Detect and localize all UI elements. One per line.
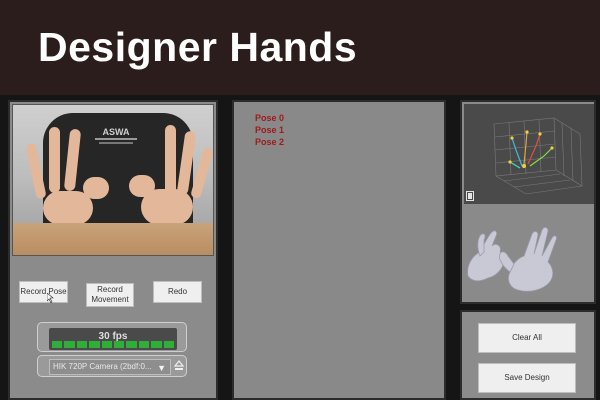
- fps-bar: [151, 341, 162, 348]
- fps-bar: [101, 341, 113, 348]
- eject-icon[interactable]: [173, 360, 185, 372]
- fps-bar: [76, 341, 88, 348]
- left-hand-palm: [43, 191, 93, 225]
- fps-display: 30 fps: [49, 328, 177, 350]
- app-banner: Designer Hands: [0, 0, 600, 95]
- camera-table: [13, 223, 213, 255]
- fps-meter: 30 fps: [37, 322, 187, 352]
- pose-list-item[interactable]: Pose 0: [255, 112, 284, 124]
- record-movement-button[interactable]: Record Movement: [86, 283, 134, 307]
- app-title: Designer Hands: [38, 24, 358, 70]
- save-design-button[interactable]: Save Design: [478, 363, 576, 393]
- right-hand-finger: [165, 125, 176, 195]
- redo-button[interactable]: Redo: [153, 281, 202, 303]
- fps-bar: [52, 341, 63, 348]
- fps-bar: [89, 341, 100, 348]
- camera-select-value: HIK 720P Camera (2bdf:0...: [53, 362, 152, 371]
- pose-list-item[interactable]: Pose 1: [255, 124, 284, 136]
- shirt-logo: ASWA: [85, 125, 147, 147]
- skeleton-3d-view[interactable]: [464, 104, 594, 204]
- record-pose-button[interactable]: Record Pose: [19, 281, 68, 303]
- right-hand-thumb: [129, 175, 155, 197]
- fps-bar: [114, 341, 125, 348]
- camera-select-field[interactable]: HIK 720P Camera (2bdf:0... ▼: [49, 359, 171, 375]
- view-toggle-icon[interactable]: [466, 191, 474, 201]
- clear-all-button[interactable]: Clear All: [478, 323, 576, 353]
- pose-list-item[interactable]: Pose 2: [255, 136, 284, 148]
- pose-list: Pose 0 Pose 1 Pose 2: [255, 112, 284, 148]
- camera-feed: ASWA: [12, 104, 214, 256]
- fps-bar: [64, 341, 75, 348]
- chevron-down-icon[interactable]: ▼: [157, 361, 166, 374]
- svg-text:ASWA: ASWA: [103, 127, 131, 137]
- camera-selector: HIK 720P Camera (2bdf:0... ▼: [37, 355, 187, 377]
- left-hand-finger: [49, 127, 60, 193]
- left-hand-thumb: [83, 177, 109, 199]
- cursor-icon: [46, 290, 55, 304]
- fps-readout: 30 fps: [98, 331, 128, 342]
- fps-bar: [163, 341, 175, 348]
- fps-bar-group: [52, 341, 175, 348]
- hand-render-view: [462, 206, 594, 302]
- fps-bar: [126, 341, 137, 348]
- fps-bar: [138, 341, 150, 348]
